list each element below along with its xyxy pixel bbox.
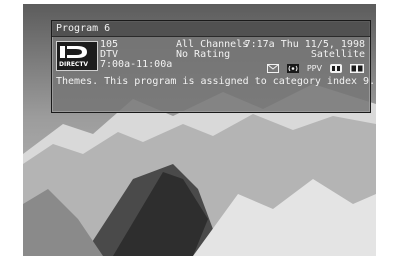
cc-icon bbox=[329, 64, 342, 73]
program-rating: No Rating bbox=[176, 49, 231, 60]
dolby-icon bbox=[350, 64, 364, 73]
mail-icon bbox=[266, 64, 279, 73]
program-info-banner: Program 6 DIRECTV 105 DTV 7:00a-11:00a A… bbox=[51, 20, 375, 113]
ppv-badge: PPV bbox=[306, 64, 322, 73]
directv-logo: DIRECTV bbox=[56, 41, 98, 71]
status-icons: PPV bbox=[265, 64, 364, 74]
program-title: Program 6 bbox=[56, 23, 111, 34]
banner-title-bar: Program 6 bbox=[52, 21, 370, 37]
logo-wordmark: DIRECTV bbox=[59, 61, 89, 68]
tv-screen: Program 6 DIRECTV 105 DTV 7:00a-11:00a A… bbox=[23, 4, 376, 256]
signal-source: Satellite bbox=[310, 49, 365, 60]
signal-icon bbox=[286, 64, 299, 73]
program-description: Themes. This program is assigned to cate… bbox=[56, 76, 376, 87]
directv-logo-mark bbox=[60, 46, 87, 58]
time-range: 7:00a-11:00a bbox=[100, 59, 173, 70]
